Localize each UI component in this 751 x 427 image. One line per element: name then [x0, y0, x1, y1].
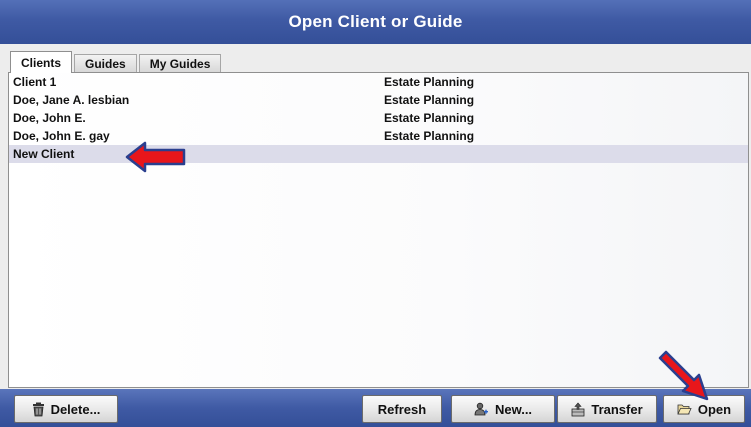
client-type: Estate Planning: [384, 93, 475, 107]
dialog-title: Open Client or Guide: [288, 12, 463, 31]
open-client-dialog: Open Client or Guide Clients Guides My G…: [0, 0, 751, 427]
delete-button[interactable]: Delete...: [14, 395, 118, 423]
client-row[interactable]: Doe, John E. Estate Planning: [9, 109, 748, 127]
transfer-icon: [571, 402, 585, 416]
button-bar: Delete... Refresh New... Transfer Open: [0, 389, 751, 427]
client-name: Doe, Jane A. lesbian: [13, 93, 130, 107]
delete-button-label: Delete...: [50, 401, 101, 417]
client-row[interactable]: Doe, Jane A. lesbian Estate Planning: [9, 91, 748, 109]
client-name: Client 1: [13, 75, 57, 89]
client-type: Estate Planning: [384, 129, 475, 143]
person-add-icon: [474, 402, 488, 415]
trash-icon: [32, 402, 44, 416]
red-arrow-icon: [125, 141, 186, 173]
tab-clients-label: Clients: [21, 55, 62, 70]
refresh-button[interactable]: Refresh: [362, 395, 442, 423]
dialog-body: Clients Guides My Guides Client 1 Estate…: [0, 44, 751, 389]
tab-strip: Clients Guides My Guides: [10, 51, 223, 73]
dialog-title-bar: Open Client or Guide: [0, 0, 751, 44]
new-button[interactable]: New...: [451, 395, 555, 423]
tab-my-guides[interactable]: My Guides: [138, 54, 222, 73]
client-name: Doe, John E.: [13, 111, 86, 125]
client-name: Doe, John E. gay: [13, 129, 110, 143]
client-row-selected[interactable]: New Client: [9, 145, 748, 163]
new-button-label: New...: [494, 401, 533, 417]
red-arrow-icon: [658, 350, 709, 401]
client-row[interactable]: Client 1 Estate Planning: [9, 73, 748, 91]
tab-my-guides-label: My Guides: [149, 57, 211, 71]
transfer-button[interactable]: Transfer: [557, 395, 657, 423]
refresh-button-label: Refresh: [377, 401, 427, 417]
tab-guides-label: Guides: [85, 57, 126, 71]
tab-clients[interactable]: Clients: [10, 51, 73, 73]
client-name: New Client: [13, 147, 75, 161]
client-type: Estate Planning: [384, 75, 475, 89]
client-row[interactable]: Doe, John E. gay Estate Planning: [9, 127, 748, 145]
transfer-button-label: Transfer: [591, 401, 643, 417]
tab-guides[interactable]: Guides: [74, 54, 137, 73]
client-type: Estate Planning: [384, 111, 475, 125]
client-list[interactable]: Client 1 Estate Planning Doe, Jane A. le…: [8, 72, 749, 388]
